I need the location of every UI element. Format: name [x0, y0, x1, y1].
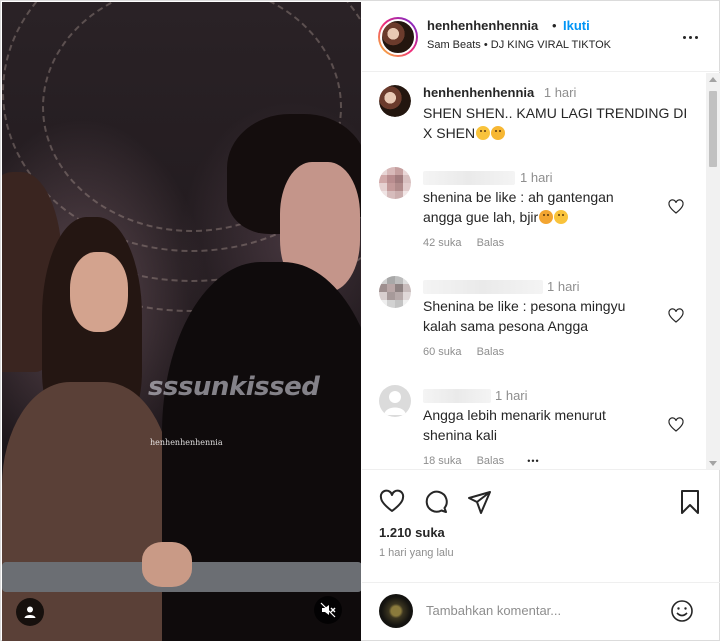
comment-text: shenina be like : ah gantengan angga gue…	[423, 187, 614, 227]
caption-username[interactable]: henhenhenhennia	[423, 85, 534, 100]
tagged-users-button[interactable]	[16, 598, 44, 626]
hand	[142, 542, 192, 587]
comment-item: 1 hari Shenina be like : pesona mingyu k…	[362, 274, 702, 374]
post-date[interactable]: 1 hari yang lalu	[379, 547, 454, 559]
audio-info[interactable]: Sam Beats • DJ KING VIRAL TIKTOK	[427, 39, 611, 51]
audio-track[interactable]: DJ KING VIRAL TIKTOK	[491, 39, 611, 51]
post-video[interactable]: sssunkissed henhenhenhennia	[2, 2, 361, 641]
post-side-panel: henhenhenhennia • Ikuti Sam Beats • DJ K…	[362, 2, 720, 641]
comment-icon[interactable]	[423, 489, 449, 515]
more-dot	[688, 35, 692, 39]
caption: henhenhenhennia 1 hari SHEN SHEN.. KAMU …	[362, 73, 702, 153]
audio-separator: •	[483, 39, 488, 51]
caption-line2: X SHEN	[423, 125, 476, 141]
caption-avatar-image	[379, 85, 411, 117]
comment-meta: 18 suka Balas •••	[423, 455, 540, 467]
comment-line1: Shenina be like : pesona mingyu	[423, 298, 626, 314]
post-actions: 1.210 suka 1 hari yang lalu	[362, 471, 720, 581]
comments-list[interactable]: henhenhenhennia 1 hari SHEN SHEN.. KAMU …	[362, 73, 720, 470]
commenter-avatar[interactable]	[379, 276, 411, 308]
grinning-emoji-icon	[491, 126, 506, 140]
author-avatar[interactable]	[378, 17, 418, 57]
user-icon	[24, 606, 36, 618]
comment-options-button[interactable]: •••	[527, 456, 539, 466]
emoji-smiley-icon[interactable]	[670, 599, 694, 623]
comment-line2: shenina kali	[423, 427, 497, 443]
likes-count[interactable]: 1.210 suka	[379, 525, 445, 540]
comment-meta: 60 suka Balas	[423, 346, 504, 358]
more-options-button[interactable]	[678, 28, 702, 46]
comment-line1: shenina be like : ah gantengan	[423, 189, 614, 205]
video-small-watermark: henhenhenhennia	[150, 438, 223, 447]
default-user-icon	[384, 391, 406, 415]
add-comment-bar: Tambahkan komentar...	[362, 582, 720, 641]
reply-button[interactable]: Balas	[477, 455, 505, 467]
comment-item: 1 hari Angga lebih menarik menurut sheni…	[362, 383, 702, 469]
share-icon[interactable]	[467, 489, 493, 515]
comment-meta: 42 suka Balas	[423, 237, 504, 249]
reply-button[interactable]: Balas	[477, 346, 505, 358]
viewer-avatar	[379, 594, 413, 628]
like-comment-heart-icon[interactable]	[668, 199, 684, 215]
speaker-muted-icon	[320, 602, 336, 618]
like-comment-heart-icon[interactable]	[668, 417, 684, 433]
scroll-down-arrow-icon[interactable]	[709, 461, 717, 466]
sad-emoji-icon	[539, 210, 554, 224]
comment-line1: Angga lebih menarik menurut	[423, 407, 606, 423]
comment-time[interactable]: 1 hari	[520, 170, 553, 185]
comments-scrollbar[interactable]	[706, 73, 720, 469]
follow-button[interactable]: Ikuti	[563, 18, 590, 33]
more-dot	[682, 35, 686, 39]
scroll-up-arrow-icon[interactable]	[709, 77, 717, 82]
caption-header: henhenhenhennia 1 hari	[423, 85, 576, 100]
bookmark-icon[interactable]	[677, 489, 703, 515]
caption-line2-wrap: X SHEN	[423, 123, 687, 143]
comment-likes[interactable]: 60 suka	[423, 346, 462, 358]
redacted-username	[423, 280, 543, 294]
comment-line2: angga gue lah, bjir	[423, 209, 539, 225]
caption-avatar[interactable]	[379, 85, 411, 117]
mute-button[interactable]	[314, 596, 342, 624]
redacted-username	[423, 389, 491, 403]
comment-time[interactable]: 1 hari	[547, 279, 580, 294]
scrollbar-thumb[interactable]	[709, 91, 717, 167]
comment-item: 1 hari shenina be like : ah gantengan an…	[362, 165, 702, 265]
header-separator: •	[552, 18, 557, 33]
default-avatar[interactable]	[379, 385, 411, 417]
video-watermark: sssunkissed	[148, 372, 320, 402]
redacted-username	[423, 171, 515, 185]
author-username[interactable]: henhenhenhennia	[427, 18, 538, 33]
laughing-emoji-icon	[554, 210, 569, 224]
caption-text: SHEN SHEN.. KAMU LAGI TRENDING DI X SHEN	[423, 103, 687, 143]
author-avatar-image	[380, 19, 416, 55]
post-header: henhenhenhennia • Ikuti Sam Beats • DJ K…	[362, 2, 720, 72]
heart-icon[interactable]	[379, 489, 405, 515]
comment-time[interactable]: 1 hari	[495, 388, 528, 403]
like-comment-heart-icon[interactable]	[668, 308, 684, 324]
comment-text: Shenina be like : pesona mingyu kalah sa…	[423, 296, 625, 336]
comment-likes[interactable]: 42 suka	[423, 237, 462, 249]
comment-text: Angga lebih menarik menurut shenina kali	[423, 405, 606, 445]
reply-button[interactable]: Balas	[477, 237, 505, 249]
comment-likes[interactable]: 18 suka	[423, 455, 462, 467]
person-woman-face	[70, 252, 128, 332]
more-dot	[694, 35, 698, 39]
audio-artist[interactable]: Sam Beats	[427, 39, 481, 51]
caption-time[interactable]: 1 hari	[544, 85, 577, 100]
comment-line2-wrap: angga gue lah, bjir	[423, 207, 614, 227]
post-dialog: sssunkissed henhenhenhennia henhenhenhen…	[0, 0, 720, 641]
comment-line2: kalah sama pesona Angga	[423, 318, 589, 334]
comment-input[interactable]: Tambahkan komentar...	[426, 603, 561, 618]
crying-emoji-icon	[476, 126, 491, 140]
caption-line1: SHEN SHEN.. KAMU LAGI TRENDING DI	[423, 105, 688, 121]
commenter-avatar[interactable]	[379, 167, 411, 199]
